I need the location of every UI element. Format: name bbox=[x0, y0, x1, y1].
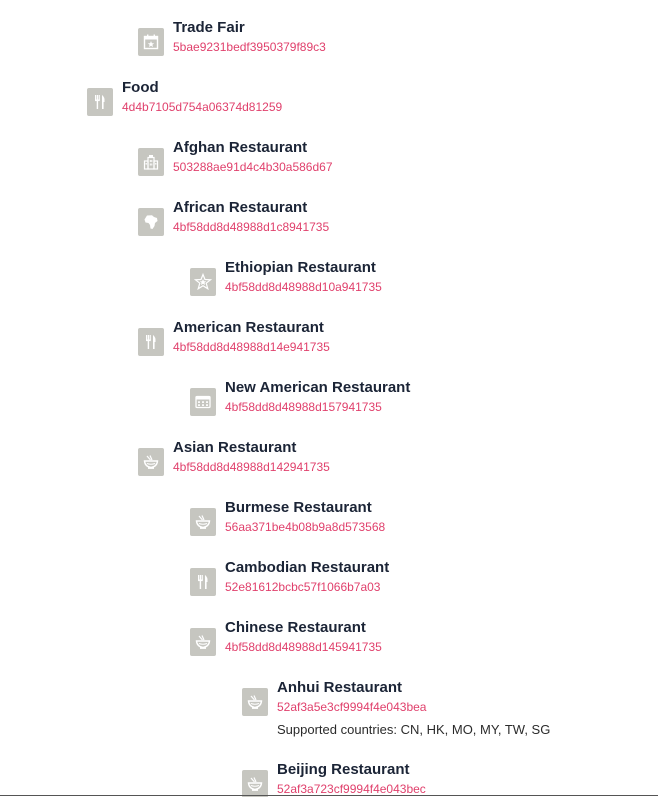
category-id: 4bf58dd8d48988d142941735 bbox=[173, 460, 330, 474]
category-id: 4bf58dd8d48988d157941735 bbox=[225, 400, 382, 414]
noodle-bowl-icon bbox=[242, 688, 268, 716]
category-id: 5bae9231bedf3950379f89c3 bbox=[173, 40, 326, 54]
category-id: 4bf58dd8d48988d145941735 bbox=[225, 640, 382, 654]
category-name: Afghan Restaurant bbox=[173, 139, 308, 156]
category-id: 56aa371be4b08b9a8d573568 bbox=[225, 520, 386, 534]
noodle-bowl-icon bbox=[190, 508, 216, 536]
fork-knife-icon bbox=[87, 88, 113, 116]
category-name: Beijing Restaurant bbox=[277, 761, 410, 778]
category-id: 4bf58dd8d48988d10a941735 bbox=[225, 280, 382, 294]
category-name: Asian Restaurant bbox=[173, 439, 297, 456]
category-name: Trade Fair bbox=[173, 19, 245, 36]
category-name: New American Restaurant bbox=[225, 379, 411, 396]
category-id: 52af3a5e3cf9994f4e043bea bbox=[277, 700, 427, 714]
fork-knife-icon bbox=[138, 328, 164, 356]
category-name: American Restaurant bbox=[173, 319, 324, 336]
category-name: Ethiopian Restaurant bbox=[225, 259, 376, 276]
building-icon bbox=[138, 148, 164, 176]
bottom-divider bbox=[0, 795, 658, 796]
star-emblem-icon bbox=[190, 268, 216, 296]
category-id: 52e81612bcbc57f1066b7a03 bbox=[225, 580, 381, 594]
food-truck-icon bbox=[190, 388, 216, 416]
category-tree: Trade Fair 5bae9231bedf3950379f89c3 Food… bbox=[0, 0, 658, 797]
category-name: Cambodian Restaurant bbox=[225, 559, 390, 576]
category-id: 4bf58dd8d48988d14e941735 bbox=[173, 340, 330, 354]
noodle-bowl-icon bbox=[138, 448, 164, 476]
category-name: Anhui Restaurant bbox=[277, 679, 403, 696]
noodle-bowl-icon bbox=[190, 628, 216, 656]
category-name: Chinese Restaurant bbox=[225, 619, 366, 636]
fork-knife-icon bbox=[190, 568, 216, 596]
category-id: 4d4b7105d754a06374d81259 bbox=[122, 100, 283, 114]
noodle-bowl-icon bbox=[242, 770, 268, 797]
category-name: Burmese Restaurant bbox=[225, 499, 372, 516]
category-name: African Restaurant bbox=[173, 199, 308, 216]
category-id: 4bf58dd8d48988d1c8941735 bbox=[173, 220, 330, 234]
calendar-star-icon bbox=[138, 28, 164, 56]
category-id: 503288ae91d4c4b30a586d67 bbox=[173, 160, 333, 174]
africa-map-icon bbox=[138, 208, 164, 236]
category-name: Food bbox=[122, 79, 159, 96]
supported-countries: Supported countries: CN, HK, MO, MY, TW,… bbox=[277, 722, 551, 737]
